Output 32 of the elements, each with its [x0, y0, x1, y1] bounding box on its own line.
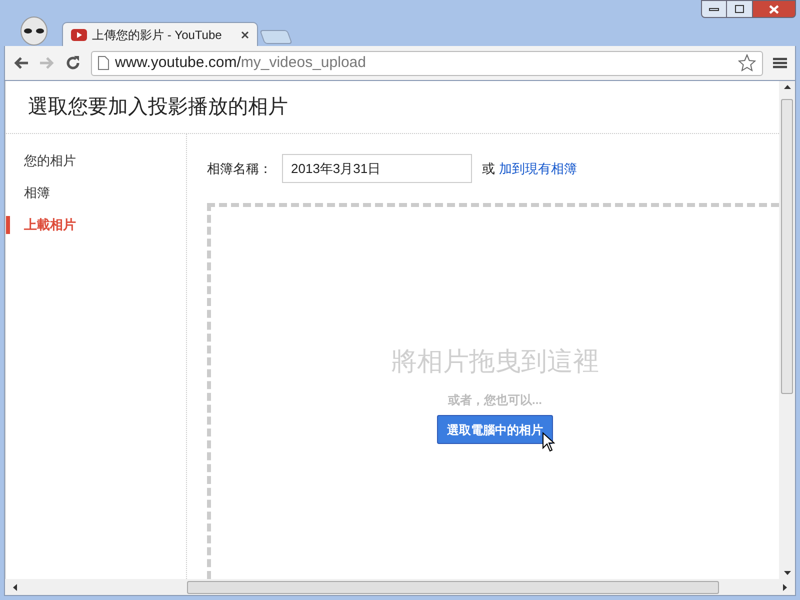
album-name-field[interactable]: 2013年3月31日 [282, 154, 472, 183]
menu-icon[interactable] [773, 57, 787, 69]
up-arrow-icon [784, 85, 790, 89]
play-icon [71, 28, 87, 40]
back-icon[interactable] [13, 56, 29, 70]
existing-album-link[interactable]: 加到現有相簿 [499, 158, 577, 178]
left-arrow-icon [13, 584, 17, 590]
album-label: 相簿名稱： [207, 160, 272, 178]
sidebar-item[interactable]: 上載相片 [6, 216, 186, 234]
url-text: www.youtube.com/my_videos_upload [115, 52, 366, 73]
tab-title: 上傳您的影片 - YouTube [92, 26, 222, 44]
horizontal-scrollbar[interactable] [5, 579, 795, 595]
cursor-icon [542, 432, 555, 452]
down-arrow-icon [784, 571, 790, 575]
vertical-scrollbar[interactable] [779, 81, 795, 579]
sidebar-item[interactable]: 相簿 [6, 184, 186, 202]
sidebar-item[interactable]: 您的相片 [6, 152, 186, 170]
close-icon [769, 4, 779, 14]
drop-subtitle: 或者，您也可以... [448, 392, 542, 409]
right-arrow-icon [783, 584, 787, 590]
or-text: 或 [482, 160, 495, 178]
close-button[interactable] [752, 0, 796, 18]
page-icon [98, 56, 109, 70]
page-title: 選取您要加入投影播放的相片 [28, 95, 288, 120]
maximize-button[interactable] [727, 0, 752, 18]
browser-tab[interactable]: 上傳您的影片 - YouTube [62, 22, 258, 46]
address-bar[interactable]: www.youtube.com/my_videos_upload [91, 50, 763, 76]
minimize-button[interactable] [701, 0, 727, 18]
star-icon[interactable] [738, 54, 756, 72]
close-icon[interactable] [241, 30, 249, 38]
reload-icon[interactable] [65, 55, 81, 71]
select-photos-button[interactable]: 選取電腦中的相片 [437, 415, 553, 444]
